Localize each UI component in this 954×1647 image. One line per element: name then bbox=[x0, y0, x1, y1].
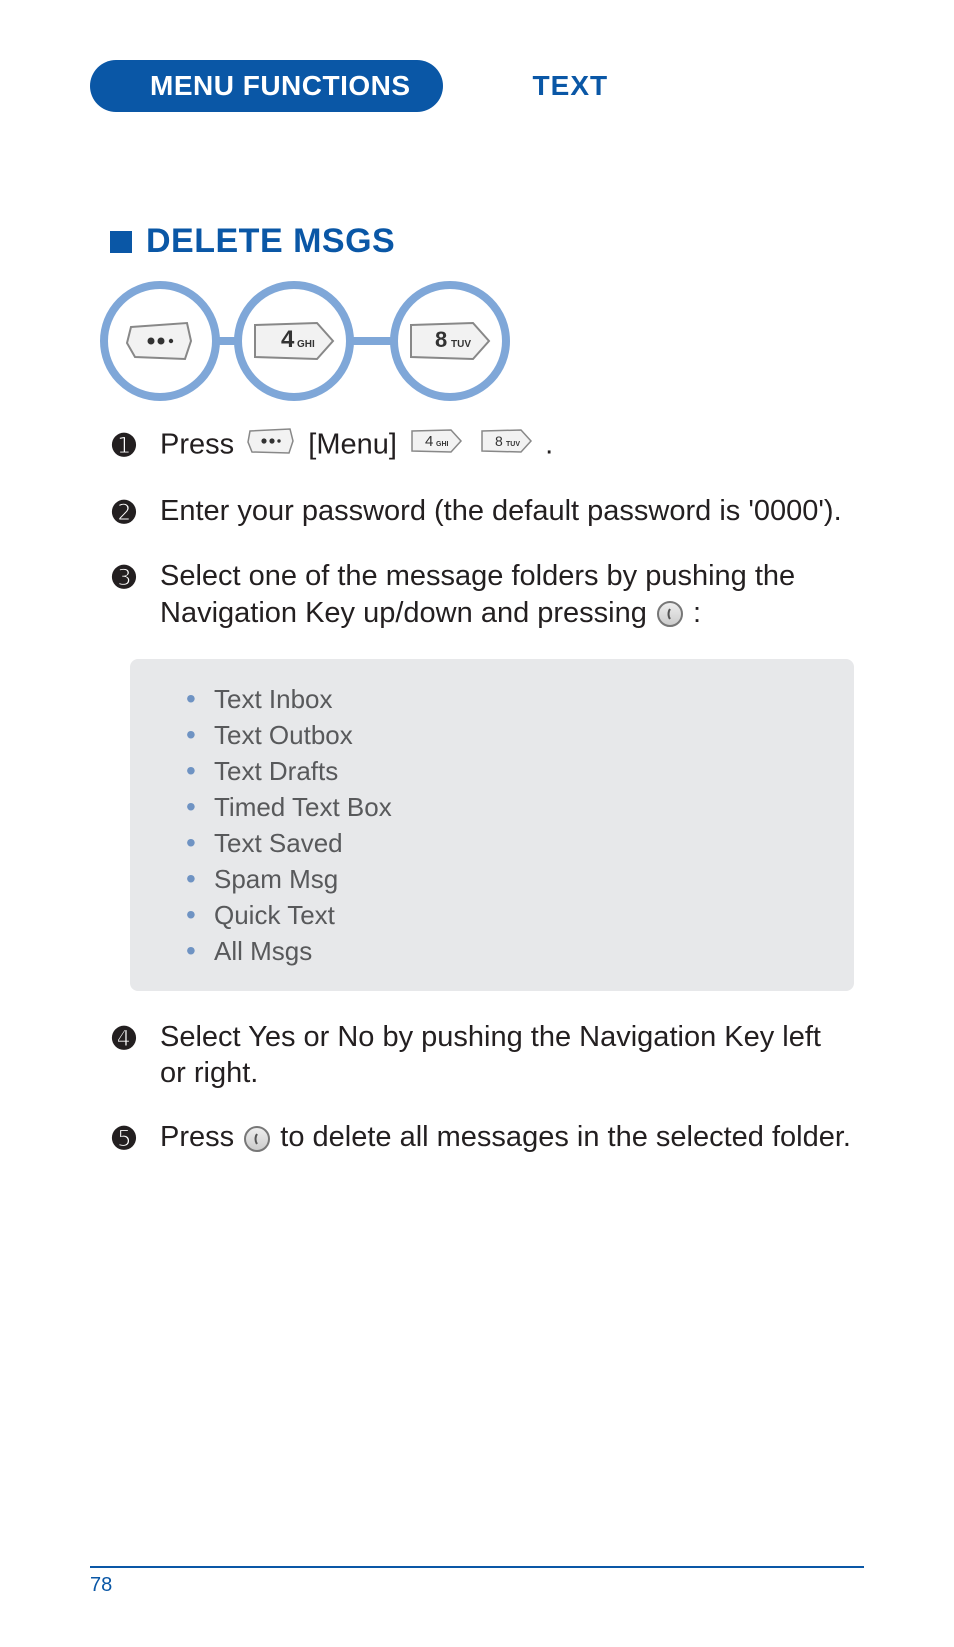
list-item: Quick Text bbox=[190, 897, 814, 933]
menu-key-icon bbox=[125, 319, 195, 363]
key-8tuv-icon: 8 TUV bbox=[479, 427, 533, 464]
step-body: Select Yes or No by pushing the Navigati… bbox=[160, 1019, 854, 1092]
heading-text: DELETE MSGS bbox=[146, 222, 395, 261]
list-item: Text Outbox bbox=[190, 717, 814, 753]
menu-key-icon bbox=[246, 426, 296, 465]
step-number: ➊ bbox=[110, 426, 138, 463]
list-item: Text Drafts bbox=[190, 753, 814, 789]
list-item: Timed Text Box bbox=[190, 789, 814, 825]
page-header: MENU FUNCTIONS TEXT bbox=[90, 60, 864, 112]
svg-text:GHI: GHI bbox=[297, 339, 315, 350]
chapter-pill: MENU FUNCTIONS bbox=[90, 60, 443, 112]
step-text: Press bbox=[160, 1121, 234, 1153]
step-body: Enter your password (the default passwor… bbox=[160, 493, 854, 529]
step-text: to delete all messages in the selected f… bbox=[280, 1121, 851, 1153]
key-ring-8tuv: 8 TUV bbox=[390, 281, 510, 401]
ok-key-icon bbox=[244, 1126, 270, 1152]
key-ring-4ghi: 4 GHI bbox=[234, 281, 354, 401]
key-8tuv-icon: 8 TUV bbox=[407, 319, 493, 363]
key-4ghi-icon: 4 GHI bbox=[251, 319, 337, 363]
step-number: ➎ bbox=[110, 1119, 138, 1156]
step-body: Select one of the message folders by pus… bbox=[160, 558, 854, 631]
list-item: Text Inbox bbox=[190, 681, 814, 717]
step-text: Press bbox=[160, 428, 234, 460]
steps-list-cont: ➍ Select Yes or No by pushing the Naviga… bbox=[110, 1019, 854, 1157]
folder-list-box: Text Inbox Text Outbox Text Drafts Timed… bbox=[130, 659, 854, 991]
step-2: ➋ Enter your password (the default passw… bbox=[110, 493, 854, 530]
svg-text:8: 8 bbox=[495, 433, 503, 449]
list-item: Spam Msg bbox=[190, 861, 814, 897]
section-label: TEXT bbox=[533, 70, 609, 102]
page-footer: 78 bbox=[90, 1566, 864, 1597]
ok-key-icon bbox=[657, 601, 683, 627]
folder-list: Text Inbox Text Outbox Text Drafts Timed… bbox=[190, 681, 814, 969]
step-1: ➊ Press [Menu] bbox=[110, 426, 854, 465]
steps-list: ➊ Press [Menu] bbox=[110, 426, 854, 631]
svg-text:TUV: TUV bbox=[451, 339, 471, 350]
step-body: Press to delete all messages in the sele… bbox=[160, 1119, 854, 1155]
content: DELETE MSGS 4 bbox=[90, 222, 864, 1156]
svg-text:TUV: TUV bbox=[506, 441, 520, 448]
connector-gap-icon bbox=[350, 337, 394, 345]
key-sequence-diagram: 4 GHI 8 TUV bbox=[100, 281, 854, 401]
list-item: All Msgs bbox=[190, 933, 814, 969]
manual-page: MENU FUNCTIONS TEXT DELETE MSGS bbox=[0, 0, 954, 1647]
svg-text:8: 8 bbox=[435, 327, 447, 352]
square-bullet-icon bbox=[110, 231, 132, 253]
step-body: Press [Menu] 4 bbox=[160, 426, 854, 465]
step-4: ➍ Select Yes or No by pushing the Naviga… bbox=[110, 1019, 854, 1092]
heading-delete-msgs: DELETE MSGS bbox=[110, 222, 854, 261]
svg-text:GHI: GHI bbox=[436, 441, 449, 448]
svg-text:4: 4 bbox=[281, 326, 295, 353]
step-3: ➌ Select one of the message folders by p… bbox=[110, 558, 854, 631]
key-4ghi-icon: 4 GHI bbox=[409, 427, 463, 464]
list-item: Text Saved bbox=[190, 825, 814, 861]
step-number: ➋ bbox=[110, 493, 138, 530]
step-number: ➌ bbox=[110, 558, 138, 595]
page-number: 78 bbox=[90, 1574, 112, 1596]
step-text: . bbox=[545, 428, 553, 460]
step-text: : bbox=[693, 597, 701, 629]
step-5: ➎ Press to delete all messages in the se… bbox=[110, 1119, 854, 1156]
step-number: ➍ bbox=[110, 1019, 138, 1056]
step-text: [Menu] bbox=[308, 428, 397, 460]
key-ring-menu bbox=[100, 281, 220, 401]
svg-text:4: 4 bbox=[425, 433, 433, 450]
